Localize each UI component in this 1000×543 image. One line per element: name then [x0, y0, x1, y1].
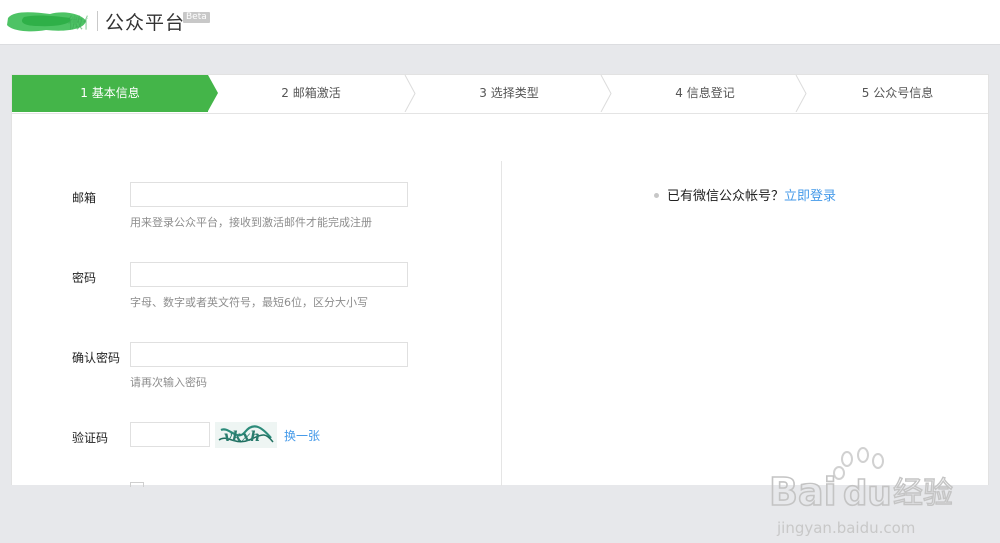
password-label: 密码 — [72, 271, 97, 285]
watermark-cn: 经验 — [893, 476, 953, 511]
wechat-logo[interactable]: 微信 — [4, 8, 88, 34]
confirm-password-input[interactable] — [130, 342, 408, 367]
step-1-label: 1 基本信息 — [80, 86, 140, 100]
password-input[interactable] — [130, 262, 408, 287]
step-5: 5 公众号信息 — [807, 75, 988, 112]
step-1: 1 基本信息 — [12, 75, 208, 112]
product-name: 公众平台 — [105, 12, 186, 34]
confirm-password-label: 确认密码 — [72, 351, 121, 365]
captcha-input[interactable] — [130, 422, 210, 447]
step-separator-icon — [404, 75, 416, 112]
confirm-password-hint: 请再次输入密码 — [130, 376, 207, 389]
step-3: 3 选择类型 — [416, 75, 602, 112]
captcha-image[interactable]: vkxh — [215, 422, 277, 448]
captcha-label: 验证码 — [72, 431, 109, 445]
top-bar: 微信 公众平台 Beta — [0, 0, 1000, 45]
step-3-label: 3 选择类型 — [479, 86, 539, 100]
step-1-arrow — [208, 75, 218, 111]
bullet-icon — [654, 193, 659, 198]
logo-text: 微信 — [68, 14, 88, 32]
watermark-url: jingyan.baidu.com — [776, 519, 915, 537]
step-progress: 1 基本信息 2 邮箱激活 3 选择类型 4 信息登记 5 公众号信息 — [12, 75, 988, 114]
email-label: 邮箱 — [72, 191, 97, 205]
step-4: 4 信息登记 — [612, 75, 798, 112]
step-4-label: 4 信息登记 — [675, 86, 735, 100]
column-divider — [501, 161, 502, 486]
brand-divider — [97, 11, 98, 31]
login-prompt: 已有微信公众帐号？立即登录 — [654, 185, 836, 204]
watermark-brand: Bai — [769, 470, 837, 514]
email-input[interactable] — [130, 182, 408, 207]
login-prompt-text: 已有微信公众帐号？ — [667, 189, 785, 204]
login-now-link[interactable]: 立即登录 — [784, 189, 836, 204]
baidu-jingyan-watermark: Bai du 经验 jingyan.baidu.com — [768, 447, 954, 537]
registration-card: 1 基本信息 2 邮箱激活 3 选择类型 4 信息登记 5 公众号信息 邮箱 用… — [11, 74, 989, 537]
step-2: 2 邮箱激活 — [218, 75, 404, 112]
password-hint: 字母、数字或者英文符号，最短6位，区分大小写 — [130, 296, 368, 309]
beta-badge: Beta — [183, 12, 210, 23]
refresh-captcha-link[interactable]: 换一张 — [284, 427, 320, 444]
step-5-label: 5 公众号信息 — [861, 86, 934, 100]
watermark-brand-suffix: du — [843, 474, 892, 514]
step-separator-icon — [795, 75, 807, 112]
captcha-text: vkxh — [224, 429, 260, 445]
step-2-label: 2 邮箱激活 — [281, 86, 341, 100]
email-hint: 用来登录公众平台，接收到激活邮件才能完成注册 — [130, 216, 372, 229]
step-separator-icon — [600, 75, 612, 112]
